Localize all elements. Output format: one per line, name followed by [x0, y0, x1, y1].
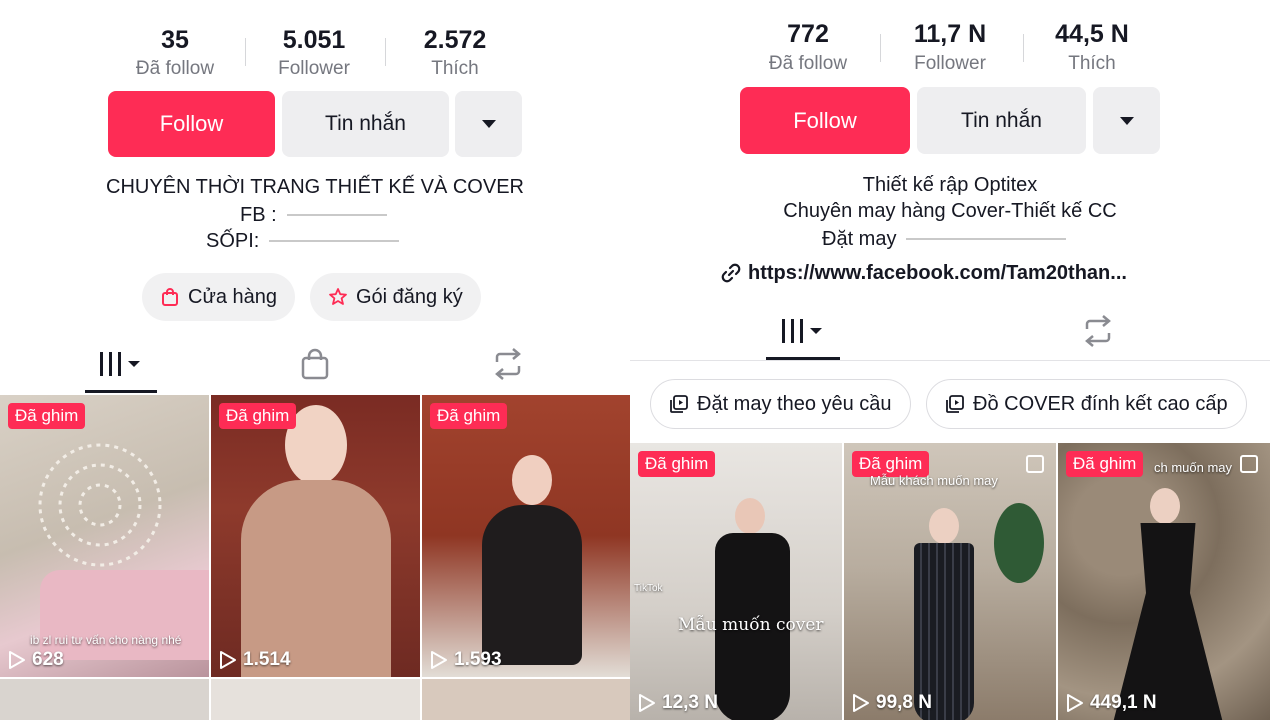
bio-line: Chuyên may hàng Cover-Thiết kế CC: [783, 200, 1117, 222]
message-button[interactable]: Tin nhắn: [917, 87, 1086, 154]
tiktok-watermark: TikTok: [634, 583, 663, 594]
shop-chip[interactable]: Cửa hàng: [142, 273, 296, 321]
follow-button[interactable]: Follow: [740, 87, 910, 154]
pinned-badge: Đã ghim: [1066, 451, 1144, 477]
pinned-badge: Đã ghim: [219, 403, 297, 429]
profile-link[interactable]: https://www.facebook.com/Tam20than...: [720, 259, 1127, 287]
view-count: 449,1 N: [1066, 692, 1157, 714]
model-face-image: [929, 508, 959, 544]
play-icon: [639, 694, 655, 712]
redacted-text: [269, 240, 400, 242]
playlist-chip[interactable]: Đặt may theo yêu cầu: [650, 379, 911, 429]
star-badge-icon: [329, 288, 347, 305]
video-tile[interactable]: [211, 679, 420, 720]
play-icon: [853, 694, 869, 712]
view-count: 1.514: [219, 649, 291, 671]
subscription-chip[interactable]: Gói đăng ký: [310, 273, 481, 321]
video-caption: ch muốn may: [1154, 460, 1233, 475]
tab-shop[interactable]: [285, 345, 345, 383]
black-dress-image: [1113, 523, 1223, 720]
play-icon: [1067, 694, 1083, 712]
following-label: Đã follow: [135, 58, 215, 79]
caret-down-icon: [481, 120, 496, 128]
black-dress-image: [482, 505, 582, 665]
ruffle-blouse-image: [241, 480, 391, 677]
video-caption: Mẫu khách muốn may: [870, 473, 998, 488]
followers-count: 5.051: [282, 26, 346, 54]
multi-image-icon: [1026, 455, 1044, 473]
grid-icon: [100, 352, 140, 376]
video-tile[interactable]: Đã ghim 1.514: [211, 395, 420, 677]
pinned-badge: Đã ghim: [8, 403, 86, 429]
likes-label: Thích: [431, 58, 479, 79]
crochet-pattern-image: [38, 443, 162, 567]
repost-icon: [1085, 315, 1111, 347]
playlist-icon: [670, 395, 688, 413]
view-count: 12,3 N: [638, 692, 718, 714]
message-button[interactable]: Tin nhắn: [282, 91, 449, 157]
link-icon: [721, 263, 741, 283]
plant-image: [994, 503, 1044, 583]
video-tile[interactable]: [422, 679, 630, 720]
bio-line: Thiết kế rập Optitex: [862, 174, 1038, 196]
bio-line: SỐPI:: [206, 229, 400, 253]
playlist-icon: [946, 395, 964, 413]
likes-count: 44,5 N: [1055, 20, 1129, 48]
video-caption: Mẫu muốn cover: [678, 615, 824, 635]
follow-button[interactable]: Follow: [108, 91, 275, 157]
likes-count: 2.572: [423, 26, 487, 54]
view-count: 99,8 N: [852, 692, 932, 714]
view-count: 1.593: [430, 649, 502, 671]
stat-divider: [385, 38, 386, 66]
video-tile[interactable]: Đã ghim TikTok Mẫu muốn cover 12,3 N: [630, 443, 842, 720]
play-icon: [9, 651, 25, 669]
left-profile-panel: 35 Đã follow 5.051 Follower 2.572 Thích …: [0, 0, 630, 720]
right-profile-panel: 772 Đã follow 11,7 N Follower 44,5 N Thí…: [630, 0, 1280, 720]
shopping-bag-icon: [301, 348, 329, 380]
tab-reposts[interactable]: [478, 345, 538, 383]
view-count: 628: [8, 649, 64, 671]
video-caption: ib zl rui tư vấn cho nàng nhé: [30, 633, 182, 647]
bio-line: Đặt may: [822, 227, 1067, 251]
play-icon: [220, 651, 236, 669]
video-tile[interactable]: Đã ghim ib zl rui tư vấn cho nàng nhé 62…: [0, 395, 209, 677]
followers-label: Follower: [914, 53, 986, 74]
multi-image-icon: [1240, 455, 1258, 473]
tab-divider: [630, 360, 1270, 361]
following-count: 772: [787, 20, 829, 48]
shopping-bag-icon: [162, 288, 178, 306]
model-face-image: [1150, 488, 1180, 524]
stat-divider: [245, 38, 246, 66]
tab-reposts[interactable]: [1068, 312, 1128, 350]
stat-divider: [880, 34, 881, 62]
model-face-image: [735, 498, 765, 534]
video-tile[interactable]: Đã ghim Mẫu khách muốn may 99,8 N: [844, 443, 1056, 720]
more-dropdown-button[interactable]: [1093, 87, 1160, 154]
pinned-badge: Đã ghim: [430, 403, 508, 429]
playlist-chip[interactable]: Đồ COVER đính kết cao cấp: [926, 379, 1247, 429]
grid-icon: [782, 319, 822, 343]
repost-icon: [495, 348, 521, 380]
stat-divider: [1023, 34, 1024, 62]
likes-label: Thích: [1068, 53, 1116, 74]
tab-videos[interactable]: [85, 345, 157, 383]
tab-videos[interactable]: [766, 312, 840, 350]
bio-line: CHUYÊN THỜI TRANG THIẾT KẾ VÀ COVER: [106, 176, 524, 198]
video-tile[interactable]: [0, 679, 209, 720]
following-count: 35: [161, 26, 189, 54]
model-face-image: [512, 455, 552, 505]
redacted-text: [286, 214, 387, 216]
followers-count: 11,7 N: [913, 20, 987, 48]
redacted-text: [906, 238, 1067, 240]
video-tile[interactable]: Đã ghim 1.593: [422, 395, 630, 677]
video-tile[interactable]: Đã ghim ch muốn may 449,1 N: [1058, 443, 1270, 720]
more-dropdown-button[interactable]: [455, 91, 522, 157]
following-label: Đã follow: [768, 53, 848, 74]
bio-line: FB :: [240, 203, 387, 227]
followers-label: Follower: [278, 58, 350, 79]
play-icon: [431, 651, 447, 669]
pinned-badge: Đã ghim: [638, 451, 716, 477]
caret-down-icon: [1119, 116, 1134, 125]
tab-active-indicator: [85, 390, 157, 393]
